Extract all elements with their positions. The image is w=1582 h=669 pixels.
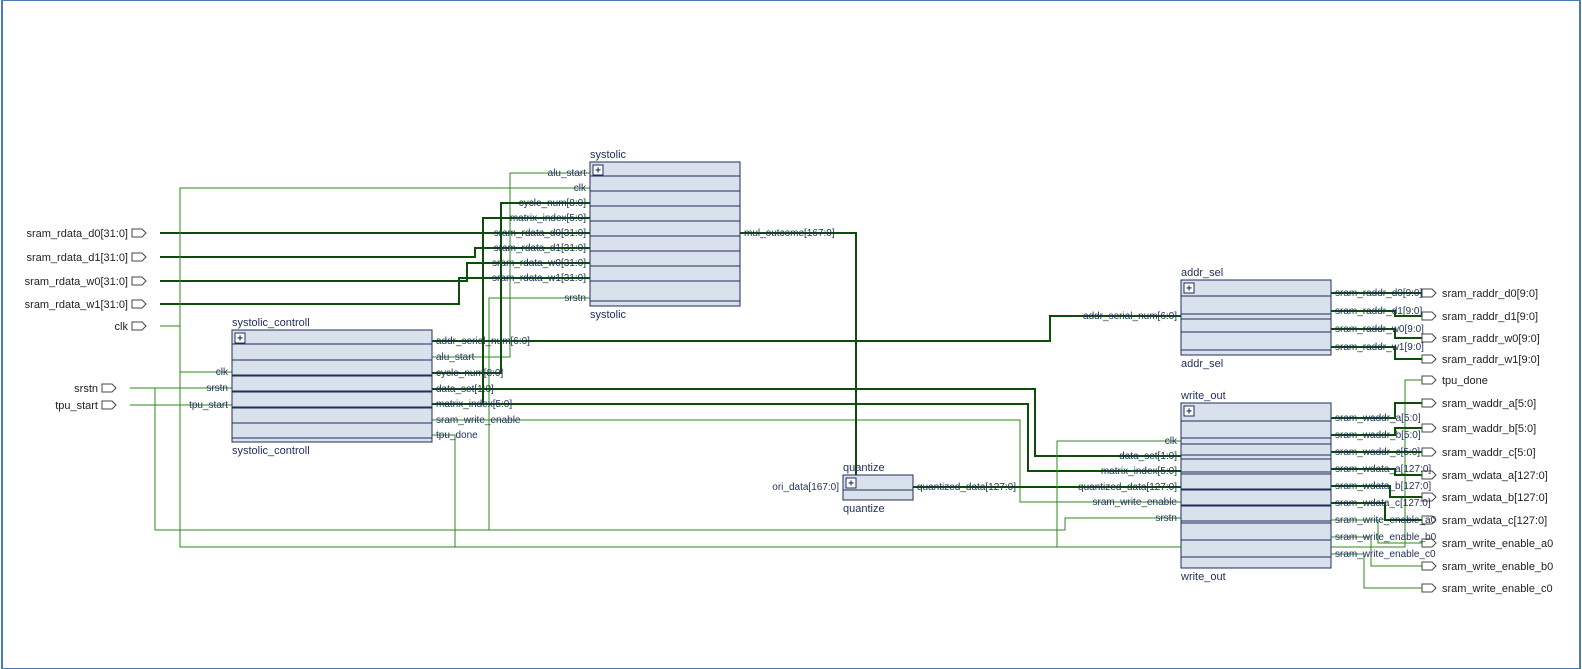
port-label: sram_write_enable bbox=[1093, 497, 1178, 508]
port-label: sram_waddr_a[5:0] bbox=[1335, 413, 1421, 424]
output-port-sram_raddr_w0: sram_raddr_w0[9:0] bbox=[1442, 333, 1540, 345]
port-label: sram_rdata_w1[31:0] bbox=[492, 273, 586, 284]
port-label: addr_serial_num[6:0] bbox=[1083, 311, 1177, 322]
port-label: sram_rdata_d0[31:0] bbox=[494, 228, 587, 239]
port-label: sram_waddr_b[5:0] bbox=[1335, 430, 1421, 441]
block-inst-label: addr_sel bbox=[1181, 358, 1223, 370]
port-label: matrix_index[5:0] bbox=[1101, 466, 1177, 477]
port-label: quantized_data[127:0] bbox=[1078, 482, 1177, 493]
net-10 bbox=[432, 316, 1181, 341]
svg-text:+: + bbox=[848, 479, 854, 490]
port-label: sram_raddr_d1[9:0] bbox=[1335, 306, 1422, 317]
output-port-sram_wdata_b: sram_wdata_b[127:0] bbox=[1442, 492, 1548, 504]
port-label: sram_write_enable_b0 bbox=[1335, 532, 1437, 543]
port-label: sram_raddr_d0[9:0] bbox=[1335, 288, 1422, 299]
port-label: quantized_data[127:0] bbox=[917, 482, 1016, 493]
net-13 bbox=[432, 389, 1181, 456]
input-port-sram_rdata_w1: sram_rdata_w1[31:0] bbox=[25, 299, 128, 311]
output-port-sram_waddr_a: sram_waddr_a[5:0] bbox=[1442, 398, 1536, 410]
port-label: sram_rdata_w0[31:0] bbox=[492, 258, 586, 269]
port-label: matrix_index[5:0] bbox=[436, 399, 512, 410]
input-port-clk: clk bbox=[115, 321, 129, 333]
output-port-sram_we_b0: sram_write_enable_b0 bbox=[1442, 561, 1553, 573]
port-label: ori_data[167:0] bbox=[772, 482, 839, 493]
port-label: sram_write_enable_c0 bbox=[1335, 549, 1436, 560]
port-label: data_set[1:0] bbox=[436, 384, 494, 395]
net-15 bbox=[483, 404, 1181, 471]
port-label: sram_wdata_c[127:0] bbox=[1335, 498, 1431, 509]
input-port-sram_rdata_d1: sram_rdata_d1[31:0] bbox=[26, 252, 128, 264]
net-8 bbox=[489, 298, 590, 530]
port-label: mul_outcome[167:0] bbox=[744, 228, 835, 239]
output-port-sram_waddr_b: sram_waddr_b[5:0] bbox=[1442, 423, 1536, 435]
input-port-sram_rdata_d0: sram_rdata_d0[31:0] bbox=[26, 228, 128, 240]
port-label: sram_waddr_c[5:0] bbox=[1335, 447, 1420, 458]
block-inst-label: quantize bbox=[843, 503, 885, 515]
output-port-sram_wdata_c: sram_wdata_c[127:0] bbox=[1442, 515, 1547, 527]
port-label: srstn bbox=[1155, 513, 1177, 524]
port-label: addr_serial_num[6:0] bbox=[436, 336, 530, 347]
output-port-sram_we_a0: sram_write_enable_a0 bbox=[1442, 538, 1553, 550]
block-quantize[interactable]: quantize quantize + ori_data[167:0] quantize… bbox=[772, 462, 1016, 515]
block-inst-label: write_out bbox=[1180, 571, 1226, 583]
port-label: matrix_index[5:0] bbox=[510, 213, 586, 224]
input-port-srstn: srstn bbox=[74, 383, 98, 395]
svg-text:+: + bbox=[1186, 407, 1192, 418]
port-label: clk bbox=[216, 367, 229, 378]
svg-text:+: + bbox=[595, 166, 601, 177]
block-systolic[interactable]: systolic systolic + alu_startclk cycle_num[8… bbox=[492, 149, 835, 321]
block-systolic_controll[interactable]: systolic_controll systolic_controll + clk sr… bbox=[189, 317, 530, 457]
port-label: sram_raddr_w1[9:0] bbox=[1335, 342, 1424, 353]
port-label: clk bbox=[574, 183, 587, 194]
port-label: sram_write_enable bbox=[436, 415, 521, 426]
block-type-label: systolic_controll bbox=[232, 317, 310, 329]
port-label: sram_wdata_b[127:0] bbox=[1335, 481, 1431, 492]
port-label: data_set[1:0] bbox=[1119, 451, 1177, 462]
net-18 bbox=[740, 233, 856, 487]
output-port-sram_we_c0: sram_write_enable_c0 bbox=[1442, 583, 1553, 595]
output-port-sram_raddr_d1: sram_raddr_d1[9:0] bbox=[1442, 311, 1538, 323]
output-port-tpu_done: tpu_done bbox=[1442, 375, 1488, 387]
port-label: sram_raddr_w0[9:0] bbox=[1335, 324, 1424, 335]
block-addr_sel[interactable]: addr_seladdr_sel+addr_serial_num[6:0]sra… bbox=[1083, 267, 1424, 370]
input-port-sram_rdata_w0: sram_rdata_w0[31:0] bbox=[25, 276, 128, 288]
port-label: sram_rdata_d1[31:0] bbox=[494, 243, 587, 254]
port-label: clk bbox=[1165, 436, 1178, 447]
svg-text:+: + bbox=[1186, 284, 1192, 295]
block-type-label: systolic bbox=[590, 149, 627, 161]
output-port-sram_raddr_d0: sram_raddr_d0[9:0] bbox=[1442, 288, 1538, 300]
net-4 bbox=[160, 326, 232, 372]
port-label: sram_wdata_a[127:0] bbox=[1335, 464, 1431, 475]
port-label: alu_start bbox=[548, 168, 587, 179]
port-label: srstn bbox=[564, 293, 586, 304]
schematic-canvas[interactable]: sram_rdata_d0[31:0]sram_rdata_d1[31:0]sr… bbox=[0, 0, 1582, 669]
port-label: tpu_done bbox=[436, 430, 478, 441]
block-type-label: quantize bbox=[843, 462, 885, 474]
input-port-tpu_start: tpu_start bbox=[55, 400, 98, 412]
port-label: tpu_start bbox=[189, 400, 228, 411]
block-type-label: write_out bbox=[1180, 390, 1226, 402]
block-type-label: addr_sel bbox=[1181, 267, 1223, 279]
block-inst-label: systolic_controll bbox=[232, 445, 310, 457]
port-label: cycle_num[8:0] bbox=[436, 368, 503, 379]
output-port-sram_waddr_c: sram_waddr_c[5:0] bbox=[1442, 447, 1536, 459]
port-label: sram_write_enable_a0 bbox=[1335, 515, 1437, 526]
output-port-sram_wdata_a: sram_wdata_a[127:0] bbox=[1442, 470, 1548, 482]
block-write_out[interactable]: write_out write_out + clk data_set[1:0]matri… bbox=[1078, 390, 1437, 583]
port-label: srstn bbox=[206, 383, 228, 394]
port-label: alu_start bbox=[436, 352, 475, 363]
port-label: cycle_num[8:0] bbox=[519, 198, 586, 209]
output-port-sram_raddr_w1: sram_raddr_w1[9:0] bbox=[1442, 354, 1540, 366]
svg-text:+: + bbox=[237, 334, 243, 345]
block-inst-label: systolic bbox=[590, 309, 627, 321]
